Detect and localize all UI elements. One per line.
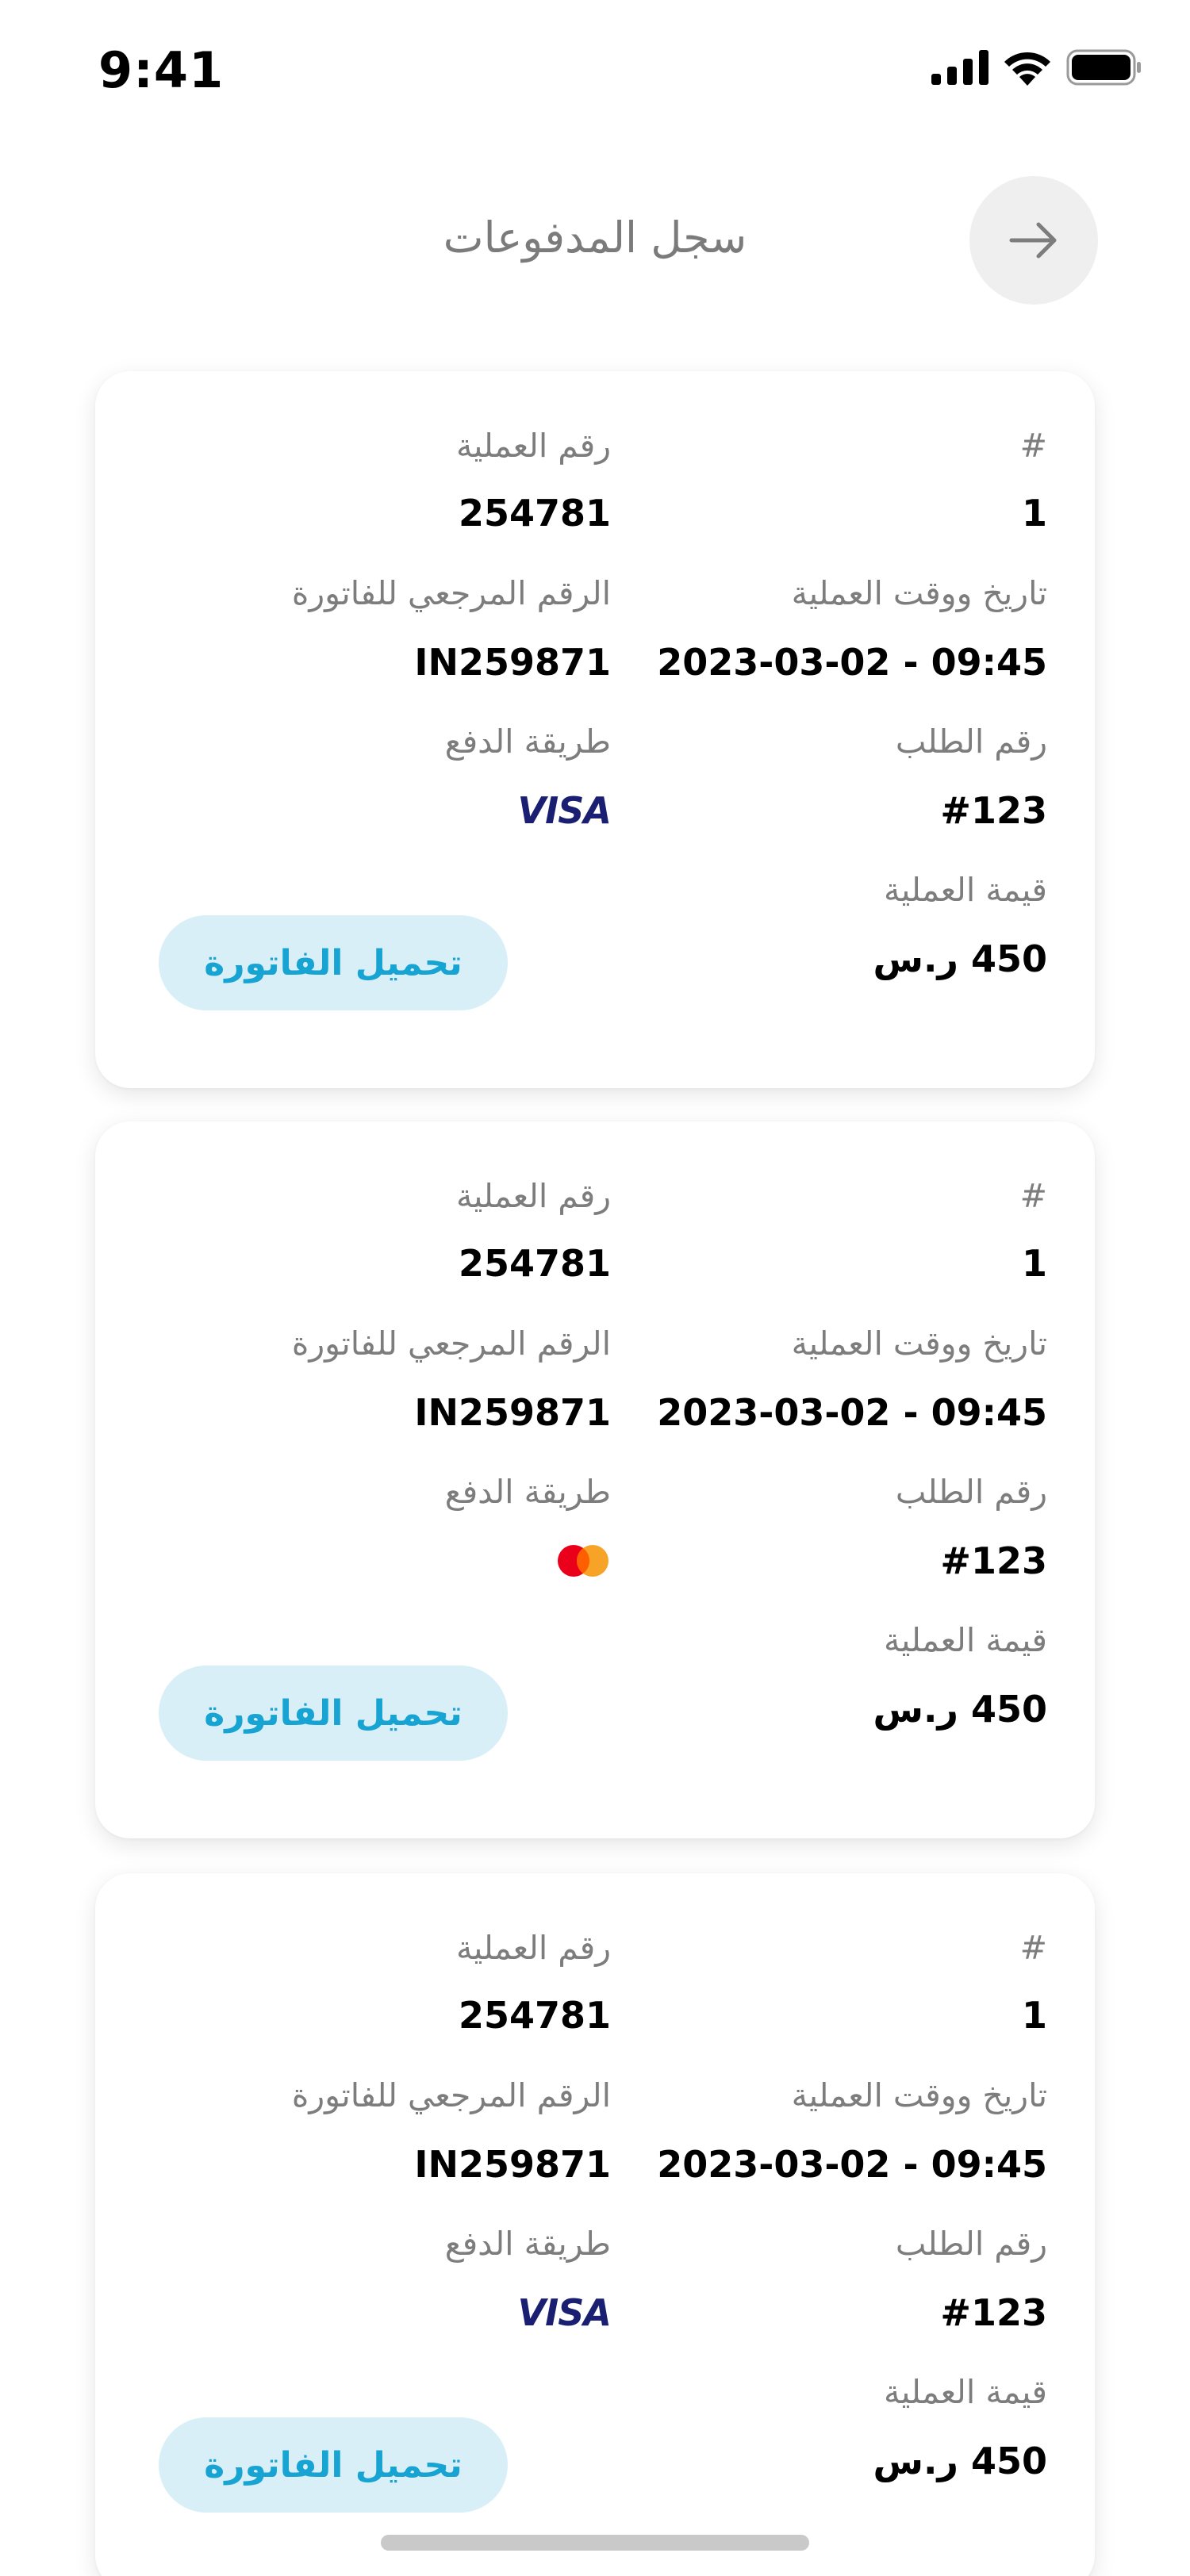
invoice-reference-label: الرقم المرجعي للفاتورة xyxy=(291,2076,611,2114)
order-number-label: رقم الطلب xyxy=(895,1473,1047,1511)
amount-label: قيمة العملية xyxy=(884,2373,1047,2411)
status-bar: 9:41 xyxy=(0,0,1190,143)
invoice-reference-label: الرقم المرجعي للفاتورة xyxy=(291,574,611,612)
payment-card: # 1 تاريخ ووقت العملية 2023-03-02 - 09:4… xyxy=(95,1873,1095,2576)
payment-method-label: طريقة الدفع xyxy=(444,2225,611,2263)
transaction-number-value: 254781 xyxy=(458,1994,611,2037)
download-invoice-button[interactable]: تحميل الفاتورة xyxy=(159,2417,508,2513)
payment-card: # 1 تاريخ ووقت العملية 2023-03-02 - 09:4… xyxy=(95,1121,1095,1838)
mastercard-icon xyxy=(555,1542,611,1580)
index-value: 1 xyxy=(1021,1994,1047,2037)
invoice-reference-value: IN259871 xyxy=(414,1391,611,1434)
amount-value: 450 ر.س xyxy=(873,1688,1047,1731)
amount-label: قيمة العملية xyxy=(884,1621,1047,1659)
arrow-right-icon xyxy=(1009,222,1057,259)
battery-icon xyxy=(1066,49,1141,86)
order-number-label: رقم الطلب xyxy=(895,723,1047,761)
index-value: 1 xyxy=(1021,1242,1047,1285)
download-invoice-button[interactable]: تحميل الفاتورة xyxy=(159,1666,508,1761)
amount-label: قيمة العملية xyxy=(884,871,1047,909)
invoice-reference-value: IN259871 xyxy=(414,641,611,684)
wifi-icon xyxy=(1004,52,1050,86)
visa-logo-text: VISA xyxy=(517,789,612,832)
visa-icon: VISA xyxy=(517,2291,612,2334)
index-label: # xyxy=(1019,1177,1047,1215)
transaction-number-label: رقم العملية xyxy=(455,1929,611,1967)
order-number-label: رقم الطلب xyxy=(895,2225,1047,2263)
order-number-value: #123 xyxy=(940,1539,1047,1582)
back-button[interactable] xyxy=(969,176,1098,305)
header: سجل المدفوعات xyxy=(0,174,1190,309)
transaction-time-label: تاريخ ووقت العملية xyxy=(791,2076,1047,2114)
index-label: # xyxy=(1019,1929,1047,1967)
status-time: 9:41 xyxy=(98,41,225,99)
amount-value: 450 ر.س xyxy=(873,2440,1047,2482)
signal-icon xyxy=(931,50,988,85)
transaction-time-label: تاريخ ووقت العملية xyxy=(791,1324,1047,1363)
transaction-time-label: تاريخ ووقت العملية xyxy=(791,574,1047,612)
order-number-value: #123 xyxy=(940,789,1047,832)
visa-icon: VISA xyxy=(517,789,612,832)
transaction-time-value: 2023-03-02 - 09:45 xyxy=(657,1391,1047,1434)
index-label: # xyxy=(1019,427,1047,465)
transaction-number-label: رقم العملية xyxy=(455,427,611,465)
invoice-reference-label: الرقم المرجعي للفاتورة xyxy=(291,1324,611,1363)
order-number-value: #123 xyxy=(940,2291,1047,2334)
transaction-number-value: 254781 xyxy=(458,492,611,535)
payment-method-label: طريقة الدفع xyxy=(444,723,611,761)
transaction-time-value: 2023-03-02 - 09:45 xyxy=(657,641,1047,684)
payment-card: # 1 تاريخ ووقت العملية 2023-03-02 - 09:4… xyxy=(95,371,1095,1088)
transaction-number-label: رقم العملية xyxy=(455,1177,611,1215)
invoice-reference-value: IN259871 xyxy=(414,2143,611,2186)
payment-method-label: طريقة الدفع xyxy=(444,1473,611,1511)
transaction-time-value: 2023-03-02 - 09:45 xyxy=(657,2143,1047,2186)
home-indicator[interactable] xyxy=(381,2535,809,2551)
index-value: 1 xyxy=(1021,492,1047,535)
transaction-number-value: 254781 xyxy=(458,1242,611,1285)
download-invoice-button[interactable]: تحميل الفاتورة xyxy=(159,915,508,1010)
status-icons xyxy=(931,49,1142,86)
visa-logo-text: VISA xyxy=(517,2291,612,2334)
amount-value: 450 ر.س xyxy=(873,937,1047,980)
